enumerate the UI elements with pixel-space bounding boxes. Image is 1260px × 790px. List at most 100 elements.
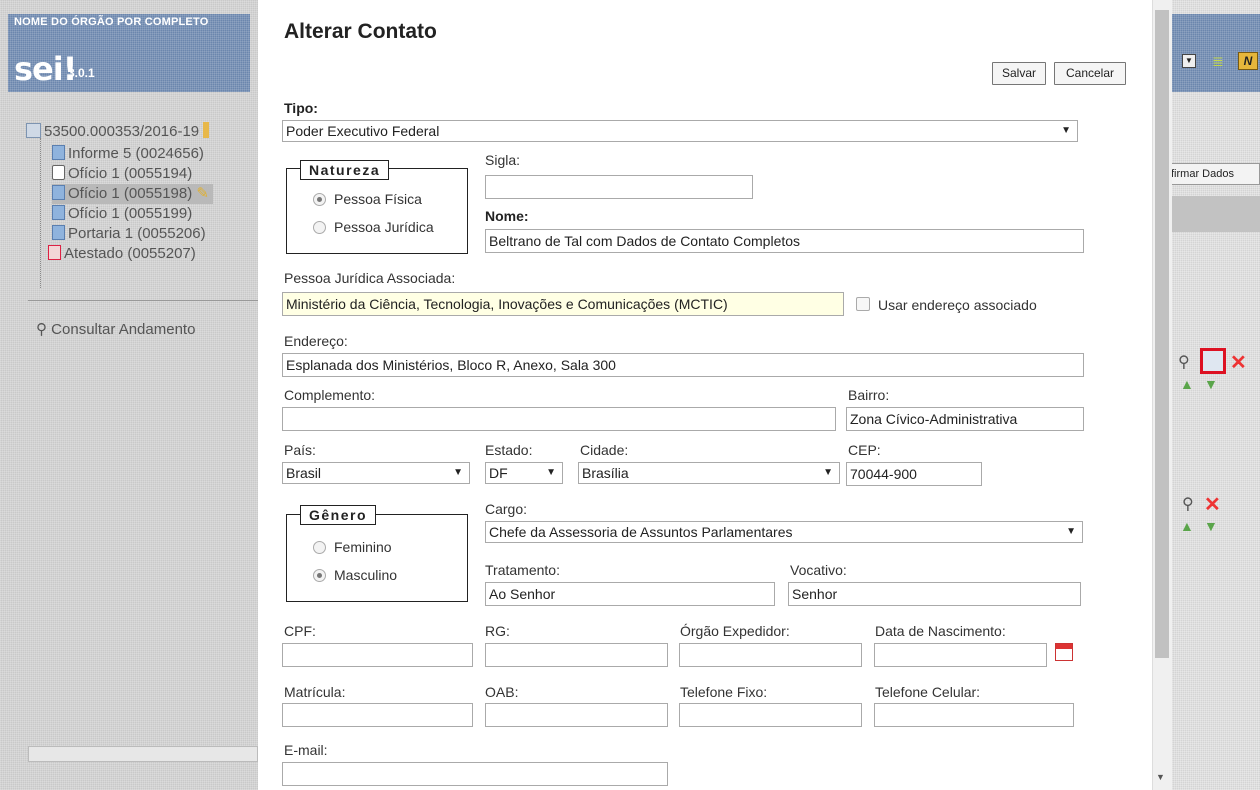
calendar-icon[interactable] [1055, 643, 1073, 661]
tree-item-process[interactable]: 53500.000353/2016-19 [26, 122, 210, 142]
horizontal-scrollbar[interactable] [28, 746, 258, 762]
cep-label: CEP: [848, 442, 881, 458]
telefone-celular-label: Telefone Celular: [875, 684, 981, 700]
radio-masculino[interactable] [313, 569, 326, 582]
pais-select[interactable]: Brasil ▼ [282, 462, 470, 484]
left-sidebar [0, 0, 258, 790]
move-down-icon[interactable]: ▼ [1204, 518, 1218, 534]
chevron-down-icon: ▼ [546, 467, 556, 478]
sidebar-divider [28, 300, 258, 301]
data-nascimento-label: Data de Nascimento: [875, 623, 1006, 639]
sei-logo[interactable]: sei! [14, 50, 77, 88]
sigla-input[interactable] [485, 175, 753, 199]
estado-value: DF [489, 465, 508, 481]
genero-legend: Gênero [300, 505, 377, 525]
tratamento-label: Tratamento: [485, 562, 560, 578]
background-page-right [1172, 0, 1260, 790]
complemento-label: Complemento: [284, 387, 376, 403]
tratamento-input[interactable]: Ao Senhor [485, 582, 775, 606]
bairro-label: Bairro: [848, 387, 890, 403]
cargo-value: Chefe da Assessoria de Assuntos Parlamen… [489, 524, 793, 540]
document-icon [52, 185, 65, 200]
save-button[interactable]: Salvar [992, 62, 1046, 85]
tipo-select[interactable]: Poder Executivo Federal ▼ [282, 120, 1078, 142]
pj-label: Pessoa Jurídica Associada: [284, 270, 456, 286]
data-nascimento-input[interactable] [874, 643, 1047, 667]
endereco-label: Endereço: [284, 333, 348, 349]
tree-item-document[interactable]: Ofício 1 (0055194) [52, 164, 192, 184]
document-label: Ofício 1 (0055194) [68, 165, 193, 182]
tree-item-document[interactable]: Ofício 1 (0055199) [52, 204, 192, 224]
nome-input[interactable]: Beltrano de Tal com Dados de Contato Com… [485, 229, 1084, 253]
org-name: NOME DO ÓRGÃO POR COMPLETO [14, 16, 209, 28]
sigla-label: Sigla: [485, 152, 521, 168]
cpf-input[interactable] [282, 643, 473, 667]
usar-endereco-label: Usar endereço associado [878, 297, 1037, 313]
list-icon[interactable]: ≣ [1212, 54, 1230, 68]
dropdown-icon[interactable]: ▼ [1182, 54, 1196, 68]
natureza-legend: Natureza [300, 160, 390, 180]
email-input[interactable] [282, 762, 668, 786]
cargo-select[interactable]: Chefe da Assessoria de Assuntos Parlamen… [485, 521, 1083, 543]
consultar-label: Consultar Andamento [51, 321, 196, 338]
search-icon[interactable]: ⚲ [1178, 352, 1190, 372]
scroll-down-icon[interactable]: ▼ [1156, 772, 1165, 782]
background-header-band [1172, 196, 1260, 232]
annotation-icon[interactable]: N [1238, 52, 1258, 70]
email-label: E-mail: [284, 742, 328, 758]
telefone-celular-input[interactable] [874, 703, 1074, 727]
modal-scrollbar-thumb[interactable] [1155, 10, 1169, 658]
tipo-value: Poder Executivo Federal [286, 123, 440, 139]
delete-icon[interactable]: ✕ [1230, 350, 1247, 375]
radio-label: Pessoa Jurídica [334, 219, 434, 235]
cidade-value: Brasília [582, 465, 629, 481]
cidade-select[interactable]: Brasília ▼ [578, 462, 840, 484]
process-icon [26, 123, 41, 138]
vocativo-input[interactable]: Senhor [788, 582, 1081, 606]
orgao-expedidor-input[interactable] [679, 643, 862, 667]
radio-pessoa-juridica[interactable] [313, 221, 326, 234]
tree-item-document[interactable]: Atestado (0055207) [48, 244, 196, 264]
cep-input[interactable]: 70044-900 [846, 462, 982, 486]
rg-input[interactable] [485, 643, 668, 667]
delete-icon[interactable]: ✕ [1204, 492, 1221, 517]
tree-item-document[interactable]: Informe 5 (0024656) [52, 144, 204, 164]
tree-item-document-selected[interactable]: Ofício 1 (0055198) ✎ [52, 184, 213, 204]
cancel-label: Cancelar [1065, 66, 1115, 80]
radio-label: Feminino [334, 539, 392, 555]
bairro-input[interactable]: Zona Cívico-Administrativa [846, 407, 1084, 431]
orgao-expedidor-label: Órgão Expedidor: [680, 623, 790, 639]
edit-contact-icon[interactable] [1200, 348, 1226, 374]
document-icon [52, 205, 65, 220]
radio-pessoa-fisica[interactable] [313, 193, 326, 206]
pen-icon: ✎ [196, 185, 209, 202]
tipo-label: Tipo: [284, 100, 318, 116]
cargo-label: Cargo: [485, 501, 528, 517]
cancel-button[interactable]: Cancelar [1054, 62, 1126, 85]
document-label: Ofício 1 (0055199) [68, 205, 193, 222]
consultar-andamento-link[interactable]: ⚲ Consultar Andamento [36, 320, 195, 338]
oab-input[interactable] [485, 703, 668, 727]
radio-feminino[interactable] [313, 541, 326, 554]
usar-endereco-checkbox[interactable] [856, 297, 870, 311]
telefone-fixo-label: Telefone Fixo: [680, 684, 768, 700]
matricula-input[interactable] [282, 703, 473, 727]
tree-item-document[interactable]: Portaria 1 (0055206) [52, 224, 206, 244]
process-number: 53500.000353/2016-19 [44, 123, 200, 140]
pj-input[interactable]: Ministério da Ciência, Tecnologia, Inova… [282, 292, 844, 316]
document-label: Ofício 1 (0055198) [68, 185, 193, 202]
search-icon[interactable]: ⚲ [1182, 494, 1194, 514]
radio-label: Pessoa Física [334, 191, 422, 207]
confirm-data-button[interactable]: firmar Dados [1166, 163, 1260, 185]
telefone-fixo-input[interactable] [679, 703, 862, 727]
magnifier-icon: ⚲ [36, 321, 47, 338]
oab-label: OAB: [485, 684, 519, 700]
rg-label: RG: [485, 623, 510, 639]
move-up-icon[interactable]: ▲ [1180, 518, 1194, 534]
move-down-icon[interactable]: ▼ [1204, 376, 1218, 392]
endereco-input[interactable]: Esplanada dos Ministérios, Bloco R, Anex… [282, 353, 1084, 377]
pais-value: Brasil [286, 465, 322, 481]
estado-select[interactable]: DF ▼ [485, 462, 563, 484]
move-up-icon[interactable]: ▲ [1180, 376, 1194, 392]
complemento-input[interactable] [282, 407, 836, 431]
